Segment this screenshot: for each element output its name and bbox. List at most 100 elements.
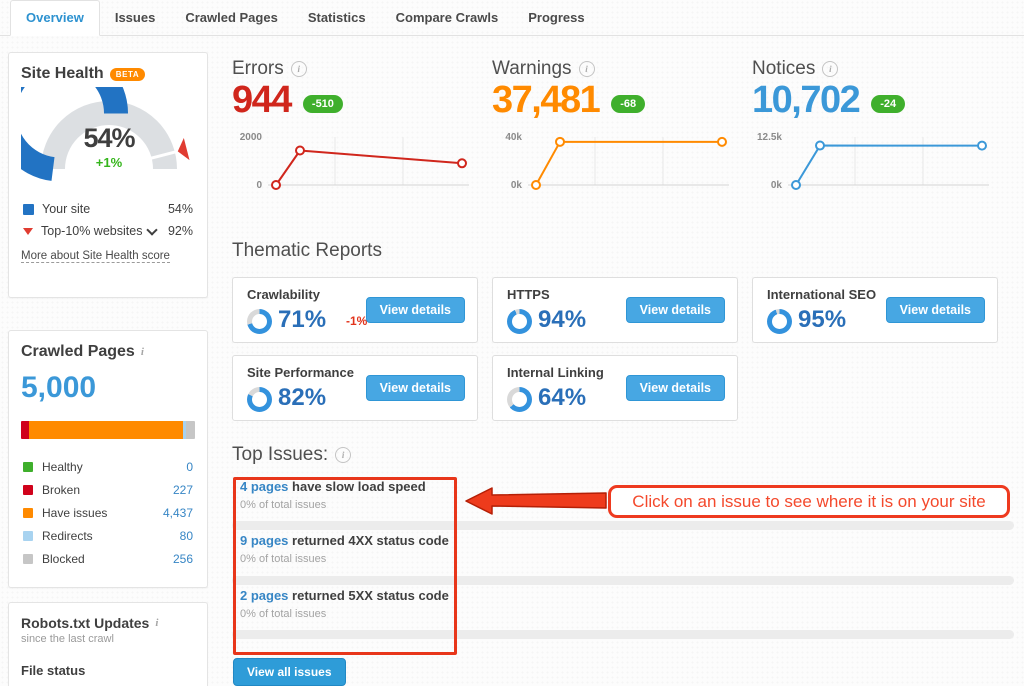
your-site-swatch bbox=[23, 204, 34, 215]
info-icon[interactable]: i bbox=[822, 61, 838, 77]
tab-overview[interactable]: Overview bbox=[10, 0, 100, 36]
issue-count-link[interactable]: 4 pages bbox=[240, 479, 288, 494]
crawled-pages-title: Crawled Pages bbox=[21, 343, 135, 361]
internal-linking-ring bbox=[507, 387, 532, 412]
legend-row-blocked: Blocked 256 bbox=[21, 547, 195, 570]
y-axis-min: 0k bbox=[771, 180, 782, 191]
healthy-swatch bbox=[23, 462, 33, 472]
redirects-swatch bbox=[23, 531, 33, 541]
chevron-down-icon[interactable] bbox=[147, 224, 158, 235]
crawled-pages-bar bbox=[21, 421, 195, 439]
https-card: HTTPS 94% View details bbox=[492, 277, 738, 343]
notices-title: Notices bbox=[752, 58, 815, 80]
internal-linking-label: Internal Linking bbox=[507, 365, 604, 380]
site-health-delta: +1% bbox=[21, 155, 197, 170]
warnings-delta-badge: -68 bbox=[611, 95, 645, 113]
crawled-pages-bar-segment[interactable] bbox=[186, 421, 195, 439]
broken-count-link[interactable]: 227 bbox=[173, 483, 193, 497]
tab-statistics[interactable]: Statistics bbox=[293, 1, 381, 35]
issue-title: 9 pages returned 4XX status code bbox=[240, 533, 449, 548]
view-details-button[interactable]: View details bbox=[626, 375, 725, 401]
benchmark-marker-icon bbox=[23, 228, 33, 235]
crawled-pages-bar-segment[interactable] bbox=[29, 421, 183, 439]
issue-progress-bar bbox=[232, 576, 1014, 585]
your-site-label: Your site bbox=[42, 202, 90, 216]
info-icon[interactable]: i bbox=[579, 61, 595, 77]
international-seo-label: International SEO bbox=[767, 287, 876, 302]
top-issues-heading: Top Issues:i bbox=[232, 444, 351, 466]
international-seo-ring bbox=[767, 309, 792, 334]
crawled-pages-value: 5,000 bbox=[21, 371, 195, 405]
tab-compare-crawls[interactable]: Compare Crawls bbox=[381, 1, 514, 35]
site-health-gauge-wrap: 54% +1% bbox=[21, 87, 197, 192]
issue-text: returned 4XX status code bbox=[288, 533, 448, 548]
legend-row-redirects: Redirects 80 bbox=[21, 524, 195, 547]
thematic-reports-heading: Thematic Reports bbox=[232, 240, 382, 262]
info-icon[interactable]: i bbox=[141, 346, 144, 358]
annotation-callout: Click on an issue to see where it is on … bbox=[608, 485, 1010, 518]
info-icon[interactable]: i bbox=[335, 447, 351, 463]
beta-badge: BETA bbox=[110, 68, 146, 81]
robots-file-status-label: File status bbox=[21, 663, 195, 678]
https-label: HTTPS bbox=[507, 287, 550, 302]
y-axis-max: 2000 bbox=[240, 132, 262, 143]
international-seo-card: International SEO 95% View details bbox=[752, 277, 998, 343]
info-icon[interactable]: i bbox=[291, 61, 307, 77]
y-axis-max: 12.5k bbox=[757, 132, 782, 143]
site-performance-ring bbox=[247, 387, 272, 412]
redirects-count-link[interactable]: 80 bbox=[180, 529, 193, 543]
view-details-button[interactable]: View details bbox=[626, 297, 725, 323]
y-axis-min: 0 bbox=[256, 180, 262, 191]
issue-count-link[interactable]: 9 pages bbox=[240, 533, 288, 548]
blocked-count-link[interactable]: 256 bbox=[173, 552, 193, 566]
errors-metric: Errorsi 944 -510 20000 bbox=[232, 58, 484, 193]
https-ring bbox=[507, 309, 532, 334]
issue-count-link[interactable]: 2 pages bbox=[240, 588, 288, 603]
healthy-count-link[interactable]: 0 bbox=[186, 460, 193, 474]
y-axis-min: 0k bbox=[511, 180, 522, 191]
crawled-pages-bar-segment[interactable] bbox=[21, 421, 29, 439]
metric-value-2: 10,702 bbox=[752, 81, 859, 121]
your-site-value: 54% bbox=[168, 202, 193, 216]
crawlability-percent: 71% bbox=[278, 306, 326, 334]
broken-label: Broken bbox=[42, 483, 80, 497]
site-health-score: 54% bbox=[21, 123, 197, 154]
view-all-issues-button[interactable]: View all issues bbox=[233, 658, 346, 686]
notices-delta-badge: -24 bbox=[871, 95, 905, 113]
issue-progress-bar bbox=[232, 521, 1014, 530]
crawlability-label: Crawlability bbox=[247, 287, 320, 302]
robots-txt-subtitle: since the last crawl bbox=[21, 633, 195, 645]
tab-issues[interactable]: Issues bbox=[100, 1, 170, 35]
site-health-panel: Site Health BETA 54% +1% Your site 54% T… bbox=[8, 52, 208, 298]
blocked-swatch bbox=[23, 554, 33, 564]
site-health-more-link[interactable]: More about Site Health score bbox=[21, 250, 170, 263]
legend-row-healthy: Healthy 0 bbox=[21, 455, 195, 478]
https-percent: 94% bbox=[538, 306, 586, 334]
tab-crawled-pages[interactable]: Crawled Pages bbox=[170, 1, 293, 35]
tab-bar: Overview Issues Crawled Pages Statistics… bbox=[0, 0, 1024, 36]
warnings-metric: Warningsi 37,481 -68 40k0k bbox=[492, 58, 744, 193]
redirects-label: Redirects bbox=[42, 529, 93, 543]
crawled-pages-panel: Crawled Pages i 5,000 Healthy 0 Broken 2… bbox=[8, 330, 208, 588]
view-details-button[interactable]: View details bbox=[886, 297, 985, 323]
view-details-button[interactable]: View details bbox=[366, 297, 465, 323]
tab-progress[interactable]: Progress bbox=[513, 1, 599, 35]
issue-subtext: 0% of total issues bbox=[240, 608, 326, 620]
issue-subtext: 0% of total issues bbox=[240, 499, 326, 511]
have-issues-label: Have issues bbox=[42, 506, 107, 520]
site-audit-overview-page: Overview Issues Crawled Pages Statistics… bbox=[0, 0, 1024, 686]
robots-txt-title: Robots.txt Updates bbox=[21, 615, 149, 631]
site-performance-label: Site Performance bbox=[247, 365, 354, 380]
errors-delta-badge: -510 bbox=[303, 95, 343, 113]
internal-linking-percent: 64% bbox=[538, 384, 586, 412]
view-details-button[interactable]: View details bbox=[366, 375, 465, 401]
site-performance-percent: 82% bbox=[278, 384, 326, 412]
metric-value-1: 37,481 bbox=[492, 81, 599, 121]
errors-trend-chart bbox=[266, 131, 471, 193]
info-icon[interactable]: i bbox=[155, 617, 158, 629]
issue-title: 4 pages have slow load speed bbox=[240, 479, 426, 494]
have-issues-count-link[interactable]: 4,437 bbox=[163, 506, 193, 520]
notices-metric: Notices i 10,702 -24 12.5k 0k bbox=[752, 58, 1004, 193]
site-health-title: Site Health bbox=[21, 65, 104, 83]
top10-value: 92% bbox=[168, 224, 193, 238]
